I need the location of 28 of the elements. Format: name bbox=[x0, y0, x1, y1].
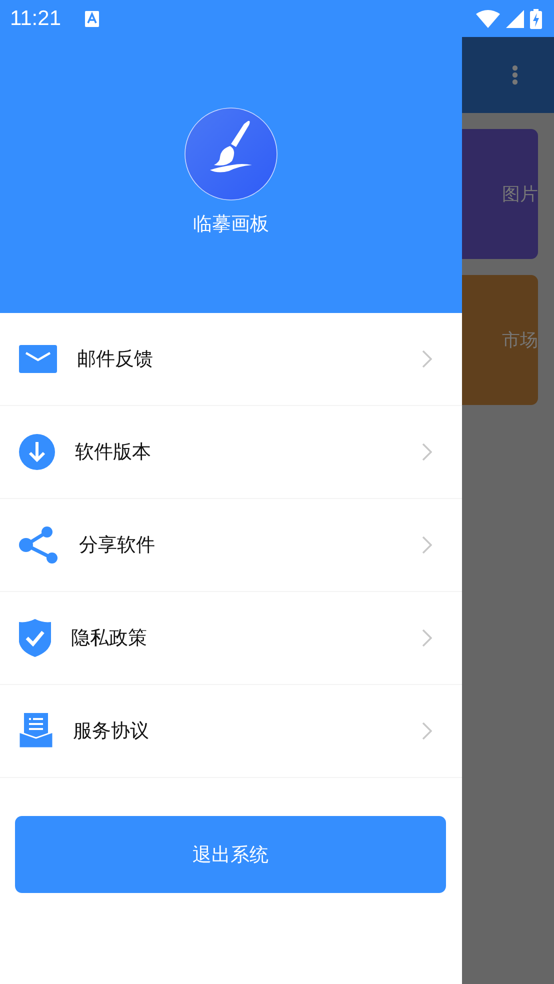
chevron-right-icon bbox=[422, 629, 432, 647]
signal-icon bbox=[506, 10, 524, 28]
app-name: 临摹画板 bbox=[193, 212, 269, 237]
chevron-right-icon bbox=[422, 722, 432, 740]
menu-label: 软件版本 bbox=[74, 440, 152, 465]
battery-icon bbox=[530, 8, 542, 28]
paintbrush-logo-icon bbox=[184, 107, 278, 201]
document-tray-icon bbox=[19, 713, 53, 749]
keyboard-icon bbox=[85, 10, 99, 26]
shield-check-icon bbox=[19, 619, 51, 657]
wifi-icon bbox=[476, 10, 500, 28]
envelope-icon bbox=[19, 345, 57, 373]
menu-item[interactable]: 隐私政策 bbox=[0, 592, 462, 685]
status-time: 11:21 bbox=[10, 6, 61, 30]
menu-label: 隐私政策 bbox=[70, 626, 148, 651]
chevron-right-icon bbox=[422, 536, 432, 554]
menu-item[interactable]: 邮件反馈 bbox=[0, 313, 462, 406]
chevron-right-icon bbox=[422, 443, 432, 461]
menu-item[interactable]: 分享软件 bbox=[0, 499, 462, 592]
share-icon bbox=[19, 526, 59, 564]
menu-label: 邮件反馈 bbox=[76, 347, 154, 372]
menu-label: 服务协议 bbox=[72, 719, 150, 744]
chevron-right-icon bbox=[422, 350, 432, 368]
menu-label: 分享软件 bbox=[78, 533, 156, 558]
more-vertical-icon[interactable] bbox=[512, 65, 518, 85]
menu-item[interactable]: 服务协议 bbox=[0, 685, 462, 778]
menu-item[interactable]: 软件版本 bbox=[0, 406, 462, 499]
download-icon bbox=[19, 434, 55, 470]
